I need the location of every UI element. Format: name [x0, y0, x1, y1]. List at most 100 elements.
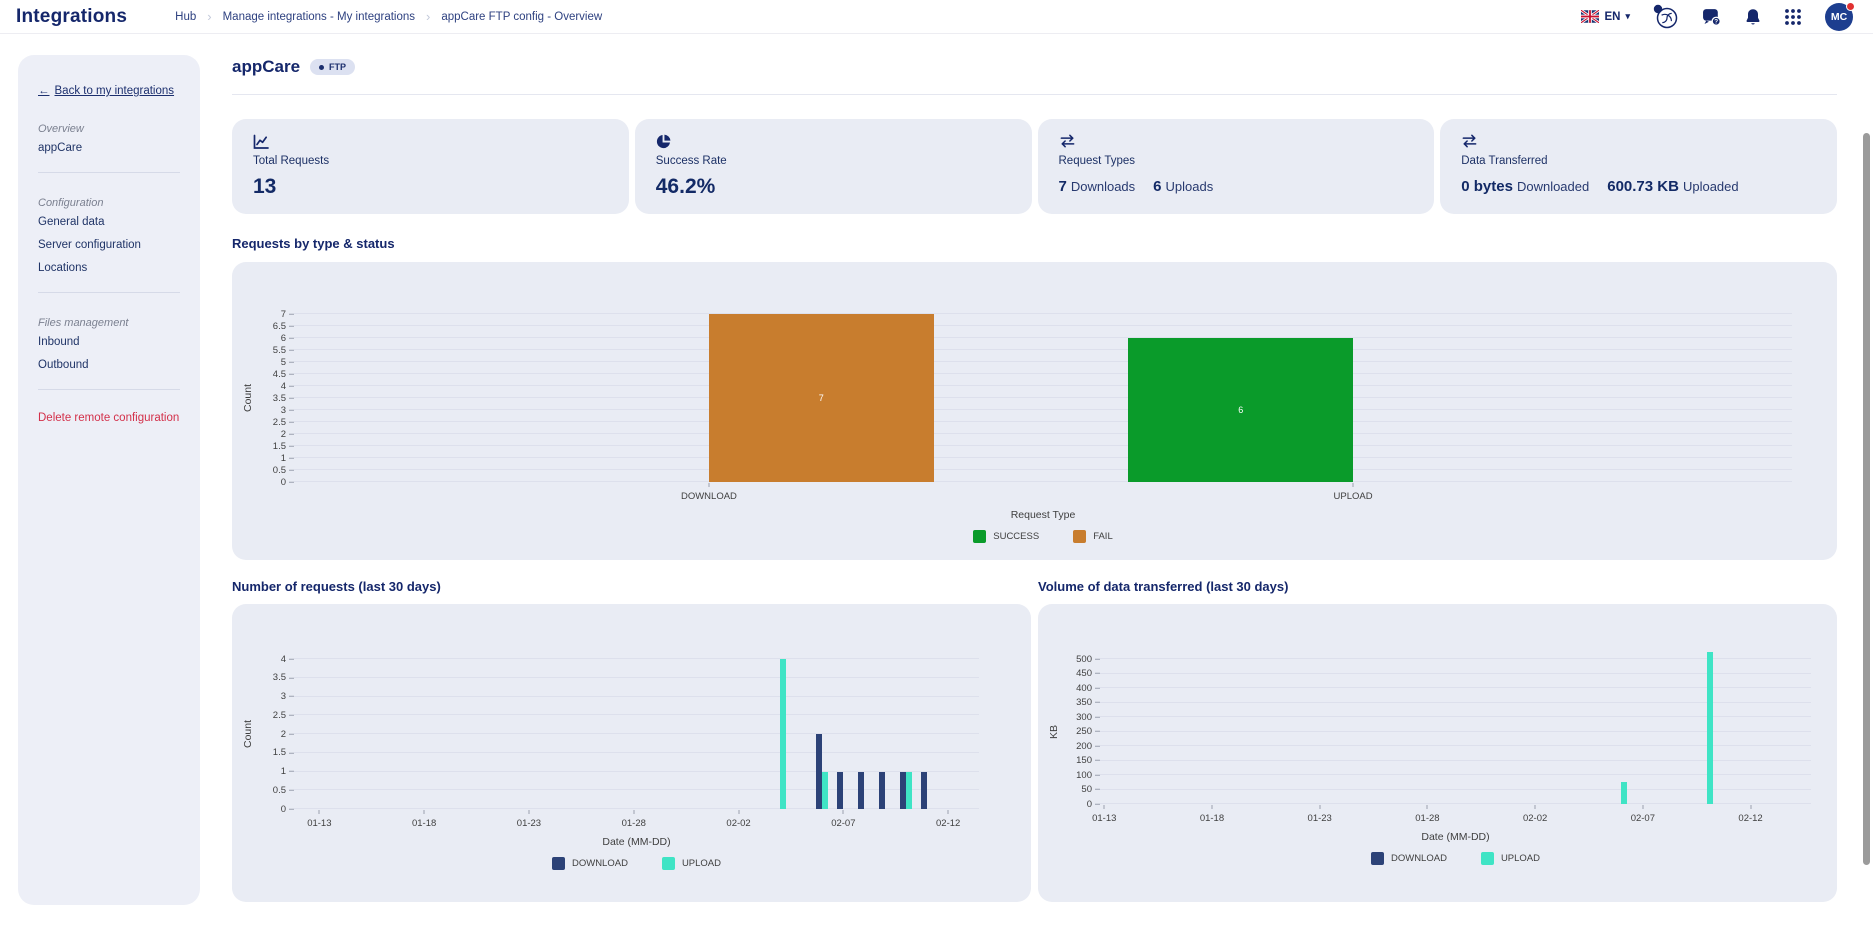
gridline	[294, 349, 1792, 350]
stat-pair-uploads: 6Uploads	[1153, 178, 1213, 195]
breadcrumb-separator: ›	[426, 9, 430, 24]
bar-value-label: 6	[1128, 405, 1353, 415]
chart-area: KB05010015020025030035040045050001-1301-…	[1038, 604, 1837, 865]
apps-grid-icon[interactable]	[1784, 8, 1802, 26]
x-axis: DOWNLOADUPLOAD	[294, 482, 1792, 509]
breadcrumb: Hub › Manage integrations - My integration…	[175, 9, 602, 24]
chart-volume-of-data: KB05010015020025030035040045050001-1301-…	[1038, 604, 1837, 902]
language-selector[interactable]: EN ▾	[1581, 10, 1630, 23]
stats-row: Total Requests13Success Rate46.2%Request…	[232, 119, 1837, 214]
legend-item-upload[interactable]: UPLOAD	[662, 857, 721, 870]
bar-value-label: 7	[709, 393, 934, 403]
x-tick-mark	[843, 810, 844, 814]
x-tick-label: 01-13	[1092, 813, 1116, 824]
sidebar-item-general-data[interactable]: General data	[38, 209, 180, 232]
gridline	[1100, 745, 1811, 746]
y-tick-label: 3.5	[273, 393, 294, 403]
pie-chart-icon	[656, 134, 1011, 151]
transfer-icon	[1461, 134, 1816, 151]
y-tick-label: 0.5	[273, 465, 294, 475]
notification-dot	[1846, 2, 1855, 11]
y-tick-label: 5.5	[273, 345, 294, 355]
y-tick-label: 0	[281, 477, 294, 487]
plot-area	[1100, 659, 1811, 804]
breadcrumb-item-manage-integrations-my-integrations[interactable]: Manage integrations - My integrations	[223, 11, 415, 23]
y-tick-label: 3.5	[273, 673, 294, 683]
stat-pair-value: 6	[1153, 178, 1161, 195]
breadcrumb-separator: ›	[207, 9, 211, 24]
delete-remote-configuration-link[interactable]: Delete remote configuration	[38, 412, 180, 424]
sidebar-item-server-configuration[interactable]: Server configuration	[38, 232, 180, 255]
language-code: EN	[1604, 11, 1620, 23]
x-tick-label: 02-02	[726, 818, 750, 829]
x-axis: 01-1301-1801-2301-2802-0202-0702-12	[294, 809, 979, 836]
y-tick-label: 4	[281, 654, 294, 664]
gridline	[294, 325, 1792, 326]
sidebar-item-outbound[interactable]: Outbound	[38, 352, 180, 375]
notifications-bell-icon[interactable]	[1745, 8, 1761, 26]
gridline	[1100, 774, 1811, 775]
breadcrumb-item-hub[interactable]: Hub	[175, 11, 196, 23]
gridline	[294, 658, 979, 659]
chart-requests-by-type-status: Count00.511.522.533.544.555.566.5776DOWN…	[232, 262, 1837, 560]
gridline	[294, 397, 1792, 398]
y-tick-label: 250	[1076, 727, 1100, 737]
help-chat-icon[interactable]: ?	[1702, 8, 1722, 26]
x-tick-label: 01-28	[1415, 813, 1439, 824]
sidebar-item-inbound[interactable]: Inbound	[38, 329, 180, 352]
gridline	[294, 696, 979, 697]
x-tick-mark	[424, 810, 425, 814]
y-tick-label: 4	[281, 381, 294, 391]
badge-dot-icon	[319, 65, 324, 70]
legend-item-fail[interactable]: FAIL	[1073, 530, 1113, 543]
legend-label: UPLOAD	[682, 858, 721, 869]
sidebar-divider	[38, 389, 180, 390]
x-tick-label: 01-23	[1308, 813, 1332, 824]
y-tick-label: 150	[1076, 756, 1100, 766]
vertical-scrollbar[interactable]	[1863, 133, 1870, 865]
chart-section-title: Volume of data transferred (last 30 days…	[1038, 579, 1837, 594]
legend-item-download[interactable]: DOWNLOAD	[552, 857, 628, 870]
legend-item-download[interactable]: DOWNLOAD	[1371, 852, 1447, 865]
sidebar-item-locations[interactable]: Locations	[38, 255, 180, 278]
legend-item-success[interactable]: SUCCESS	[973, 530, 1039, 543]
gridline	[294, 361, 1792, 362]
bar-02-06-upload	[822, 772, 828, 810]
y-tick-label: 5	[281, 357, 294, 367]
back-to-integrations-link[interactable]: ← Back to my integrations	[38, 85, 174, 97]
y-tick-label: 3	[281, 405, 294, 415]
legend-swatch-upload	[662, 857, 675, 870]
legend-label: SUCCESS	[993, 531, 1039, 542]
x-tick-mark	[738, 810, 739, 814]
sidebar-item-appcare[interactable]: appCare	[38, 135, 180, 158]
gridline	[294, 373, 1792, 374]
protocol-badge: FTP	[310, 59, 355, 75]
plot-column: 01-1301-1801-2301-2802-0202-0702-12Date …	[294, 659, 979, 870]
legend-swatch-upload	[1481, 852, 1494, 865]
sidebar-divider	[38, 292, 180, 293]
bar-02-08-download	[858, 772, 864, 810]
legend-item-upload[interactable]: UPLOAD	[1481, 852, 1540, 865]
back-link-label: Back to my integrations	[55, 85, 175, 97]
chart-section-title: Number of requests (last 30 days)	[232, 579, 1031, 594]
y-tick-label: 1.5	[273, 441, 294, 451]
x-tick-mark	[1211, 805, 1212, 809]
user-avatar[interactable]: MC	[1825, 3, 1853, 31]
legend-label: FAIL	[1093, 531, 1113, 542]
y-tick-label: 1	[281, 767, 294, 777]
stat-pair-downloaded: 0 bytesDownloaded	[1461, 178, 1589, 195]
gridline	[294, 752, 979, 753]
y-tick-label: 6.5	[273, 321, 294, 331]
stat-pair-downloads: 7Downloads	[1059, 178, 1136, 195]
y-tick-label: 2	[281, 429, 294, 439]
x-tick-label: 02-07	[1631, 813, 1655, 824]
gridline	[294, 771, 979, 772]
bar-02-07-download	[837, 772, 843, 810]
y-tick-label: 0.5	[273, 786, 294, 796]
y-axis: 050100150200250300350400450500	[1070, 659, 1100, 804]
y-tick-label: 2.5	[273, 417, 294, 427]
bar-02-06-upload	[1621, 782, 1627, 804]
avatar-initials: MC	[1831, 11, 1847, 23]
assistant-icon[interactable]	[1653, 4, 1679, 30]
y-tick-label: 1.5	[273, 748, 294, 758]
